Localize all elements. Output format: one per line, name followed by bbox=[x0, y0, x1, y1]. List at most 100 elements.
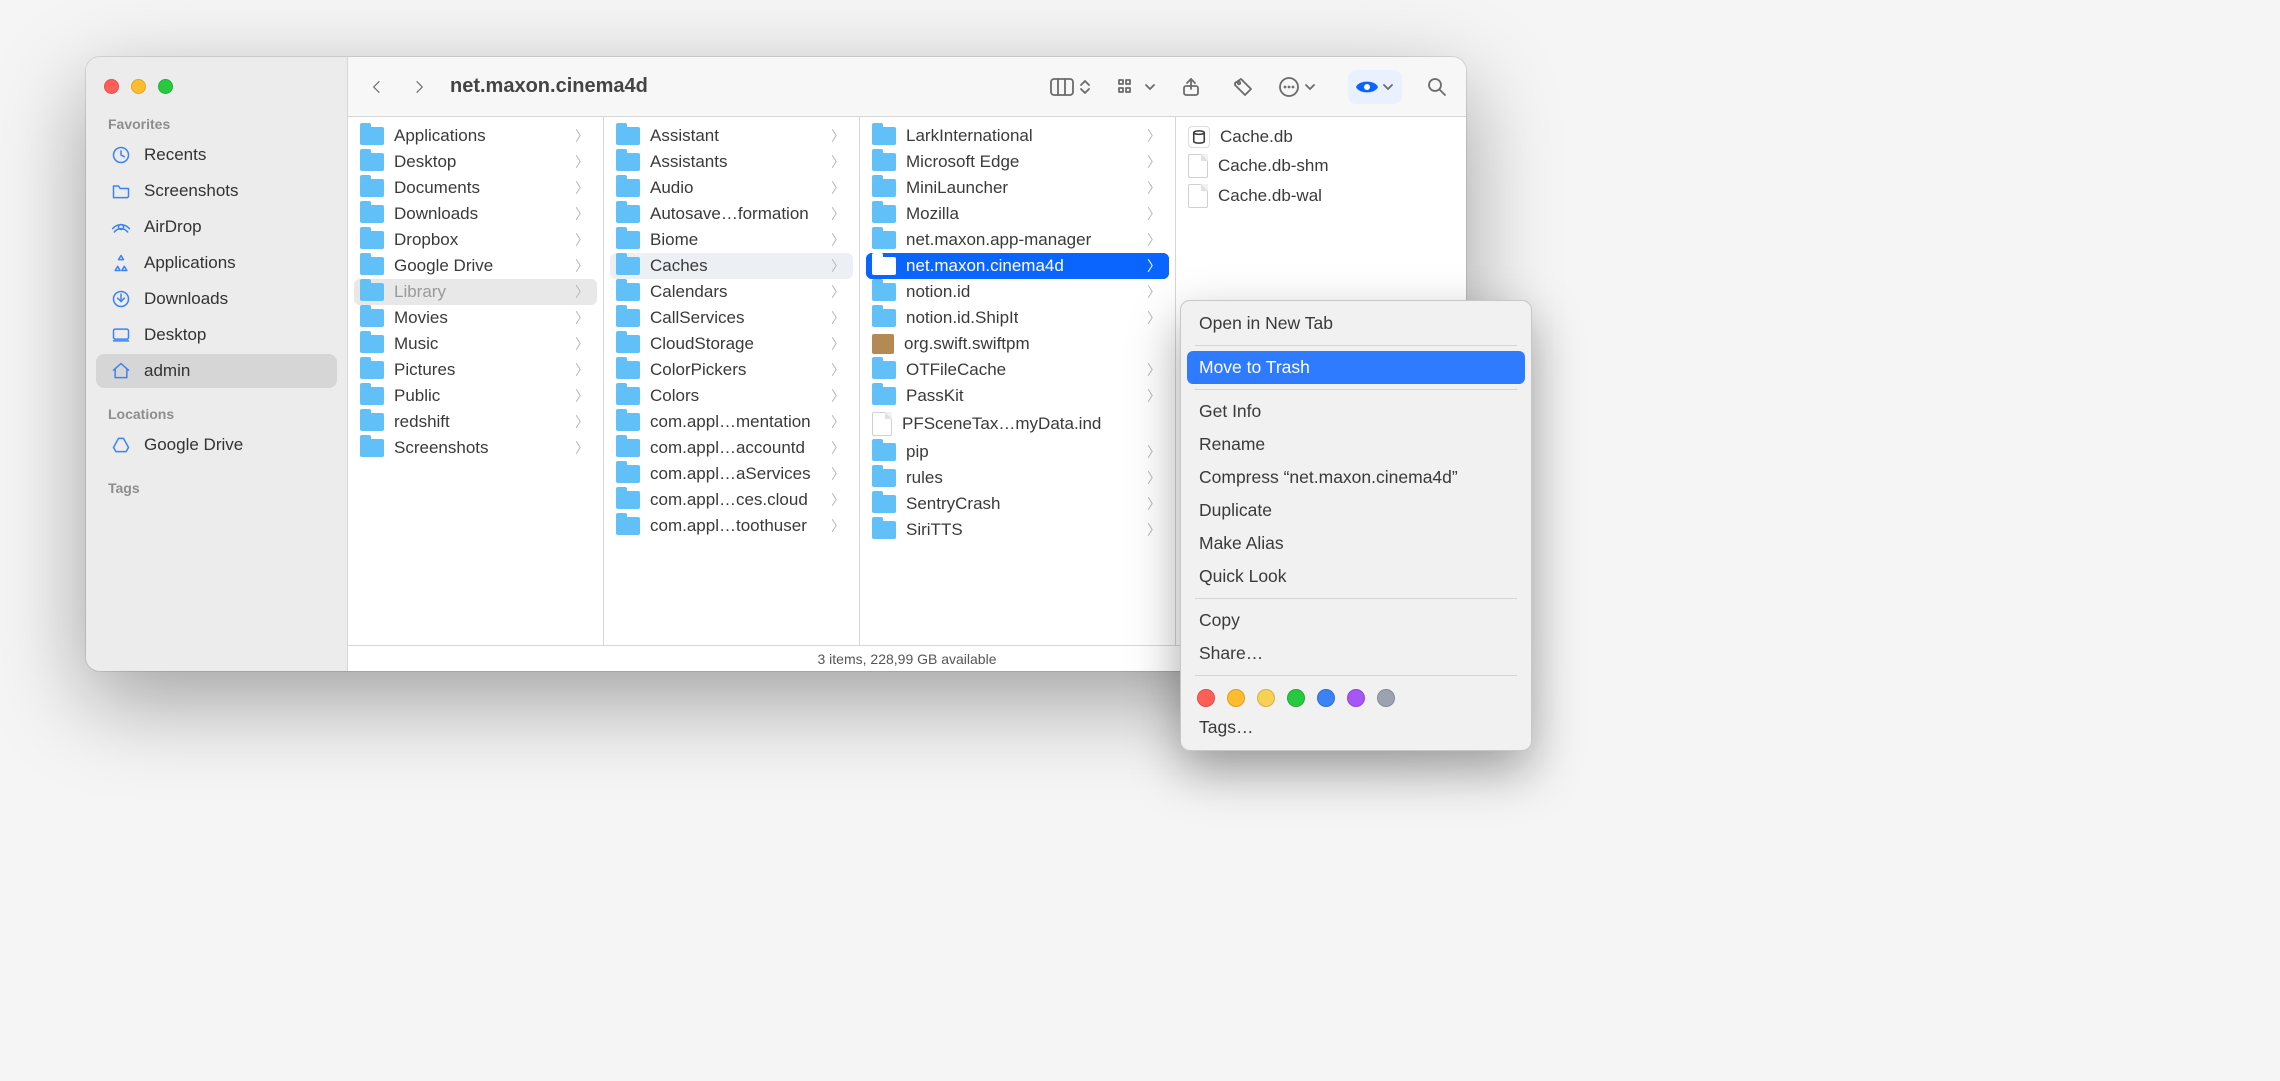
menu-item-rename[interactable]: Rename bbox=[1187, 428, 1525, 461]
fullscreen-window-button[interactable] bbox=[158, 79, 173, 94]
list-item[interactable]: notion.id.ShipIt〉 bbox=[866, 305, 1169, 331]
list-item[interactable]: net.maxon.cinema4d〉 bbox=[866, 253, 1169, 279]
sidebar-item-airdrop[interactable]: AirDrop bbox=[96, 210, 337, 244]
list-item[interactable]: Assistants〉 bbox=[610, 149, 853, 175]
sidebar-item-screenshots[interactable]: Screenshots bbox=[96, 174, 337, 208]
list-item[interactable]: Documents〉 bbox=[354, 175, 597, 201]
menu-item-open-in-new-tab[interactable]: Open in New Tab bbox=[1187, 307, 1525, 340]
list-item[interactable]: Cache.db-wal bbox=[1182, 181, 1460, 211]
view-columns-button[interactable] bbox=[1050, 70, 1092, 104]
list-item[interactable]: org.swift.swiftpm bbox=[866, 331, 1169, 357]
sidebar-item-admin[interactable]: admin bbox=[96, 354, 337, 388]
list-item[interactable]: Caches〉 bbox=[610, 253, 853, 279]
list-item[interactable]: com.appl…aServices〉 bbox=[610, 461, 853, 487]
list-item[interactable]: Microsoft Edge〉 bbox=[866, 149, 1169, 175]
list-item[interactable]: SiriTTS〉 bbox=[866, 517, 1169, 543]
list-item[interactable]: MiniLauncher〉 bbox=[866, 175, 1169, 201]
menu-item-move-to-trash[interactable]: Move to Trash bbox=[1187, 351, 1525, 384]
list-item[interactable]: ColorPickers〉 bbox=[610, 357, 853, 383]
preview-toggle-button[interactable] bbox=[1348, 70, 1402, 104]
chevron-right-icon: 〉 bbox=[831, 334, 845, 354]
menu-item-copy[interactable]: Copy bbox=[1187, 604, 1525, 637]
list-item[interactable]: Calendars〉 bbox=[610, 279, 853, 305]
menu-item-tags[interactable]: Tags… bbox=[1187, 711, 1525, 744]
list-item[interactable]: Music〉 bbox=[354, 331, 597, 357]
tag-yellow[interactable] bbox=[1257, 689, 1275, 707]
item-label: PassKit bbox=[906, 386, 964, 406]
sidebar-item-downloads[interactable]: Downloads bbox=[96, 282, 337, 316]
list-item[interactable]: com.appl…accountd〉 bbox=[610, 435, 853, 461]
list-item[interactable]: Audio〉 bbox=[610, 175, 853, 201]
menu-item-duplicate[interactable]: Duplicate bbox=[1187, 494, 1525, 527]
group-button[interactable] bbox=[1118, 70, 1156, 104]
list-item[interactable]: Google Drive〉 bbox=[354, 253, 597, 279]
list-item[interactable]: Applications〉 bbox=[354, 123, 597, 149]
list-item[interactable]: notion.id〉 bbox=[866, 279, 1169, 305]
list-item[interactable]: Screenshots〉 bbox=[354, 435, 597, 461]
list-item[interactable]: com.appl…toothuser〉 bbox=[610, 513, 853, 539]
list-item[interactable]: Biome〉 bbox=[610, 227, 853, 253]
menu-item-quick-look[interactable]: Quick Look bbox=[1187, 560, 1525, 593]
tags-button[interactable] bbox=[1226, 70, 1260, 104]
item-label: Assistant bbox=[650, 126, 719, 146]
sidebar-item-applications[interactable]: Applications bbox=[96, 246, 337, 280]
forward-button[interactable] bbox=[402, 70, 436, 104]
share-button[interactable] bbox=[1174, 70, 1208, 104]
tag-red[interactable] bbox=[1197, 689, 1215, 707]
tag-green[interactable] bbox=[1287, 689, 1305, 707]
sidebar-item-desktop[interactable]: Desktop bbox=[96, 318, 337, 352]
list-item[interactable]: OTFileCache〉 bbox=[866, 357, 1169, 383]
list-item[interactable]: Mozilla〉 bbox=[866, 201, 1169, 227]
sidebar-item-recents[interactable]: Recents bbox=[96, 138, 337, 172]
list-item[interactable]: rules〉 bbox=[866, 465, 1169, 491]
list-item[interactable]: Dropbox〉 bbox=[354, 227, 597, 253]
list-item[interactable]: Colors〉 bbox=[610, 383, 853, 409]
context-menu: Open in New Tab Move to Trash Get InfoRena… bbox=[1180, 300, 1532, 751]
tag-orange[interactable] bbox=[1227, 689, 1245, 707]
menu-item-make-alias[interactable]: Make Alias bbox=[1187, 527, 1525, 560]
folder-icon bbox=[616, 361, 640, 379]
list-item[interactable]: Autosave…formation〉 bbox=[610, 201, 853, 227]
list-item[interactable]: Assistant〉 bbox=[610, 123, 853, 149]
list-item[interactable]: Cache.db bbox=[1182, 123, 1460, 151]
menu-item-get-info[interactable]: Get Info bbox=[1187, 395, 1525, 428]
search-button[interactable] bbox=[1420, 70, 1454, 104]
list-item[interactable]: SentryCrash〉 bbox=[866, 491, 1169, 517]
gdrive-icon bbox=[111, 435, 131, 455]
list-item[interactable]: Public〉 bbox=[354, 383, 597, 409]
list-item[interactable]: pip〉 bbox=[866, 439, 1169, 465]
list-item[interactable]: PFSceneTax…myData.ind bbox=[866, 409, 1169, 439]
file-icon bbox=[1188, 184, 1208, 208]
folder-icon bbox=[872, 257, 896, 275]
list-item[interactable]: LarkInternational〉 bbox=[866, 123, 1169, 149]
back-button[interactable] bbox=[360, 70, 394, 104]
list-item[interactable]: CloudStorage〉 bbox=[610, 331, 853, 357]
more-button[interactable] bbox=[1278, 70, 1316, 104]
close-window-button[interactable] bbox=[104, 79, 119, 94]
sidebar-section-tags: Tags bbox=[86, 464, 347, 500]
list-item[interactable]: Downloads〉 bbox=[354, 201, 597, 227]
list-item[interactable]: Cache.db-shm bbox=[1182, 151, 1460, 181]
list-item[interactable]: com.appl…mentation〉 bbox=[610, 409, 853, 435]
chevron-right-icon: 〉 bbox=[1147, 468, 1161, 488]
item-label: SiriTTS bbox=[906, 520, 963, 540]
list-item[interactable]: Pictures〉 bbox=[354, 357, 597, 383]
chevron-right-icon: 〉 bbox=[575, 126, 589, 146]
minimize-window-button[interactable] bbox=[131, 79, 146, 94]
list-item[interactable]: Desktop〉 bbox=[354, 149, 597, 175]
list-item[interactable]: com.appl…ces.cloud〉 bbox=[610, 487, 853, 513]
chevron-right-icon: 〉 bbox=[575, 204, 589, 224]
menu-item-share[interactable]: Share… bbox=[1187, 637, 1525, 670]
list-item[interactable]: CallServices〉 bbox=[610, 305, 853, 331]
list-item[interactable]: Library〉 bbox=[354, 279, 597, 305]
chevron-right-icon: 〉 bbox=[831, 360, 845, 380]
tag-purple[interactable] bbox=[1347, 689, 1365, 707]
list-item[interactable]: PassKit〉 bbox=[866, 383, 1169, 409]
tag-gray[interactable] bbox=[1377, 689, 1395, 707]
list-item[interactable]: Movies〉 bbox=[354, 305, 597, 331]
list-item[interactable]: redshift〉 bbox=[354, 409, 597, 435]
sidebar-item-google-drive[interactable]: Google Drive bbox=[96, 428, 337, 462]
menu-item-compress-net-maxon-cinema4d[interactable]: Compress “net.maxon.cinema4d” bbox=[1187, 461, 1525, 494]
tag-blue[interactable] bbox=[1317, 689, 1335, 707]
list-item[interactable]: net.maxon.app-manager〉 bbox=[866, 227, 1169, 253]
